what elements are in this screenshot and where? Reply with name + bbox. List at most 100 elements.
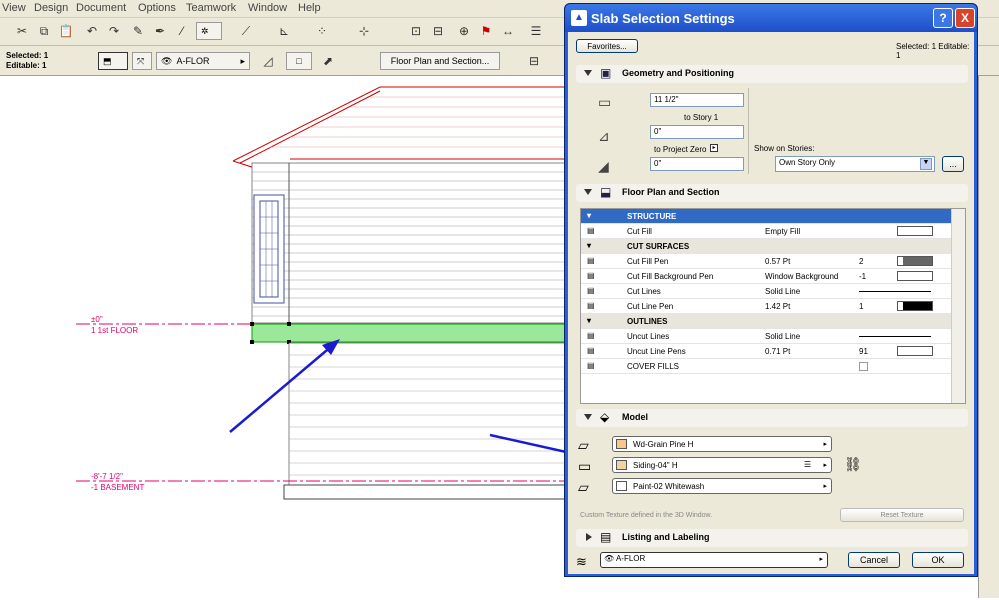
pen-icon[interactable]: ✒ xyxy=(152,24,168,38)
slab-settings-icon[interactable]: ⬒ xyxy=(98,52,128,70)
chain-icon[interactable]: ⛓ xyxy=(844,456,862,473)
geometry-method-icon[interactable]: ◿ xyxy=(260,54,276,68)
layer-select[interactable]: 👁 A-FLOR ▸ xyxy=(156,52,250,70)
grid-icon[interactable]: ⁘ xyxy=(314,24,330,38)
undo-icon[interactable]: ↶ xyxy=(84,24,100,38)
floor-plan-section-header[interactable]: ⬓ Floor Plan and Section xyxy=(576,184,968,202)
help-button[interactable]: ? xyxy=(933,8,953,28)
setting-value: Empty Fill xyxy=(765,227,801,236)
selected-slab[interactable] xyxy=(251,323,566,343)
guide-icon[interactable]: ⟋ xyxy=(238,24,254,39)
dimension-icon[interactable]: ↔ xyxy=(500,24,516,38)
settings-row[interactable]: ▤ Cut Lines Solid Line xyxy=(581,284,951,299)
menu-design[interactable]: Design xyxy=(34,2,68,14)
pen-swatch[interactable] xyxy=(897,256,933,266)
elevation-field[interactable]: 0" xyxy=(650,157,744,171)
setting-name: Cut Fill xyxy=(627,227,652,236)
cover-fills-checkbox[interactable] xyxy=(859,362,868,371)
dialog-title: Slab Selection Settings xyxy=(591,11,735,26)
settings-row[interactable]: ▤ Cut Line Pen 1.42 Pt 1 xyxy=(581,299,951,314)
level2-value: -8'-7 1/2" xyxy=(91,472,123,481)
tool-icon[interactable]: ⊹ xyxy=(356,24,372,38)
pen-swatch[interactable] xyxy=(897,301,933,311)
setting-icon: ▤ xyxy=(587,331,595,340)
layer-select[interactable]: 👁 A-FLOR ▸ xyxy=(600,552,828,568)
settings-dialog-icon[interactable]: ⊟ xyxy=(526,54,542,68)
3d-view-icon[interactable]: ⊡ xyxy=(408,24,424,38)
setting-number: -1 xyxy=(859,272,867,281)
pen-swatch[interactable] xyxy=(897,271,933,281)
listing-section-header[interactable]: ▤ Listing and Labeling xyxy=(576,529,968,547)
arrow-icon[interactable]: ⬈ xyxy=(320,54,336,68)
geometry-label: Geometry and Positioning xyxy=(622,68,735,78)
settings-row[interactable]: ▾ STRUCTURE xyxy=(581,209,951,224)
eyedropper-icon[interactable]: ⁄ xyxy=(174,24,190,38)
more-stories-button[interactable]: ... xyxy=(942,156,964,172)
redo-icon[interactable]: ↷ xyxy=(106,24,122,38)
collapse-icon: ▾ xyxy=(587,211,592,220)
menu-window[interactable]: Window xyxy=(248,2,287,14)
setting-name: Cut Lines xyxy=(627,287,661,296)
navigator-icon[interactable]: ☰ xyxy=(528,24,544,38)
settings-row[interactable]: ▤ Uncut Lines Solid Line xyxy=(581,329,951,344)
menu-teamwork[interactable]: Teamwork xyxy=(186,2,236,14)
transform-icon[interactable]: ⤧ xyxy=(132,52,152,70)
settings-row[interactable]: ▤ Cut Fill Empty Fill xyxy=(581,224,951,239)
copy-icon[interactable]: ⧉ xyxy=(36,24,52,39)
editable-count: Editable: 1 xyxy=(6,61,47,70)
arrow-right-icon: ▸ xyxy=(823,462,827,469)
settings-row[interactable]: ▤ Cut Fill Pen 0.57 Pt 2 xyxy=(581,254,951,269)
geometry-section-header[interactable]: ▣ Geometry and Positioning xyxy=(576,65,968,83)
setting-value: Solid Line xyxy=(765,332,801,341)
thickness-field[interactable]: 11 1/2" xyxy=(650,93,744,107)
gravity-icon[interactable]: ⊾ xyxy=(276,24,292,38)
show-on-stories-value: Own Story Only xyxy=(779,158,836,167)
settings-row[interactable]: ▤ Cut Fill Background Pen Window Backgroun… xyxy=(581,269,951,284)
menu-options[interactable]: Options xyxy=(138,2,176,14)
model-label: Model xyxy=(622,412,648,422)
paste-icon[interactable]: 📋 xyxy=(58,24,74,38)
close-button[interactable]: X xyxy=(955,8,975,28)
shape-icon[interactable]: □ xyxy=(286,52,312,70)
top-material-select[interactable]: Wd-Grain Pine H ▸ xyxy=(612,436,832,452)
model-section-header[interactable]: ⬙ Model xyxy=(576,409,968,427)
collapse-icon xyxy=(584,70,592,76)
settings-row[interactable]: ▾ OUTLINES xyxy=(581,314,951,329)
reset-texture-button[interactable]: Reset Texture xyxy=(840,508,964,522)
pick-up-icon[interactable]: ✎ xyxy=(130,24,146,38)
settings-row[interactable]: ▤ COVER FILLS xyxy=(581,359,951,374)
favorites-button[interactable]: Favorites... xyxy=(576,39,638,53)
cut-icon[interactable]: ✂ xyxy=(14,24,30,38)
line-type-preview[interactable] xyxy=(859,336,931,337)
list-scrollbar[interactable] xyxy=(951,209,965,403)
offset-field[interactable]: 0" xyxy=(650,125,744,139)
ok-button[interactable]: OK xyxy=(912,552,964,568)
section-icon[interactable]: ⊟ xyxy=(430,24,446,38)
navigator-panel[interactable] xyxy=(978,76,999,598)
floor-plan-section-button[interactable]: Floor Plan and Section... xyxy=(380,52,500,70)
setting-value: Solid Line xyxy=(765,287,801,296)
top-surface-icon: ▱ xyxy=(578,437,589,453)
snap-toggle[interactable]: ✲ xyxy=(196,22,222,40)
flag-icon[interactable]: ⚑ xyxy=(478,24,494,38)
dialog-title-bar[interactable]: ▲ Slab Selection Settings ? X xyxy=(565,4,977,32)
selected-count: Selected: 1 xyxy=(6,51,49,60)
bottom-material-select[interactable]: Paint-02 Whitewash ▸ xyxy=(612,478,832,494)
settings-row[interactable]: ▾ CUT SURFACES xyxy=(581,239,951,254)
line-type-preview[interactable] xyxy=(859,291,931,292)
settings-row[interactable]: ▤ Uncut Line Pens 0.71 Pt 91 xyxy=(581,344,951,359)
custom-texture-note: Custom Texture defined in the 3D Window. xyxy=(580,512,713,519)
menu-document[interactable]: Document xyxy=(76,2,126,14)
project-zero-toggle[interactable]: ▸ xyxy=(710,144,718,152)
pen-swatch[interactable] xyxy=(897,346,933,356)
cancel-button[interactable]: Cancel xyxy=(848,552,900,568)
setting-icon: ▤ xyxy=(587,271,595,280)
pen-swatch[interactable] xyxy=(897,226,933,236)
markup-icon[interactable]: ⊕ xyxy=(456,24,472,38)
show-on-stories-select[interactable]: Own Story Only ▼ xyxy=(775,156,935,172)
edge-surface-icon: ▭ xyxy=(578,458,592,474)
menu-view[interactable]: View xyxy=(2,2,26,14)
side-material-select[interactable]: Siding-04" H ☰ ▸ xyxy=(612,457,832,473)
elevation-view[interactable]: ±0" 1 1st FLOOR -8'-7 1/2" -1 BASEMENT xyxy=(0,77,566,598)
menu-help[interactable]: Help xyxy=(298,2,321,14)
